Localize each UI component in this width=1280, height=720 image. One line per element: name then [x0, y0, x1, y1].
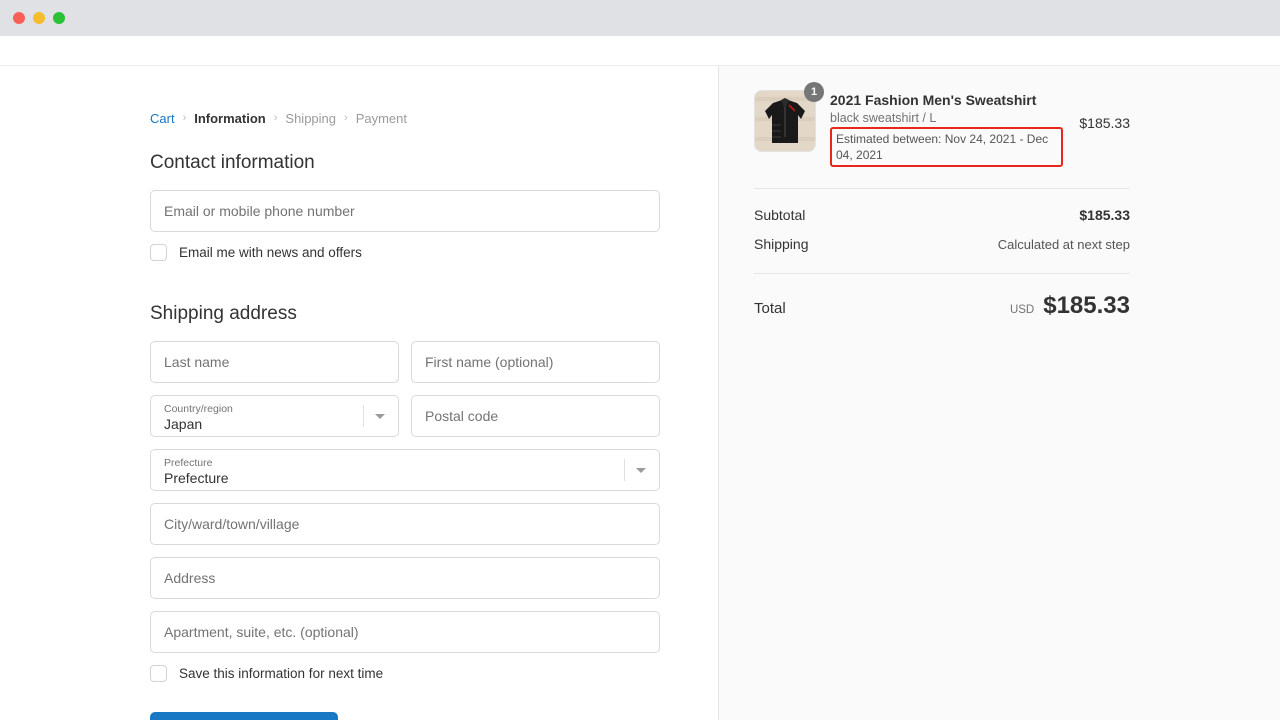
city-field[interactable]: City/ward/town/village [150, 503, 660, 545]
breadcrumb-item-information[interactable]: Information [194, 111, 266, 126]
country-region-select[interactable]: Country/region Japan [150, 395, 399, 437]
sweatshirt-image [755, 91, 815, 151]
breadcrumb-separator-icon: › [183, 113, 187, 124]
save-information-label: Save this information for next time [179, 666, 383, 681]
country-postal-row: Country/region Japan Postal code [150, 395, 660, 449]
summary-divider [754, 188, 1130, 189]
select-divider [624, 459, 625, 481]
chevron-down-icon[interactable] [375, 414, 385, 419]
last-name-field[interactable]: Last name [150, 341, 399, 383]
continue-to-shipping-button[interactable]: Continue to shipping [150, 712, 338, 720]
product-price: $185.33 [1079, 90, 1130, 131]
zoom-window-button[interactable] [53, 12, 65, 24]
newsletter-checkbox[interactable] [150, 244, 167, 261]
order-line-item: 1 2021 Fashion Men's Sweatshirt black sw… [754, 90, 1130, 167]
subtotal-value: $185.33 [1079, 207, 1130, 223]
order-summary-panel: 1 2021 Fashion Men's Sweatshirt black sw… [719, 66, 1280, 720]
newsletter-checkbox-label: Email me with news and offers [179, 245, 362, 260]
estimated-delivery-highlight: Estimated between: Nov 24, 2021 - Dec 04… [830, 127, 1063, 167]
breadcrumb-item-cart[interactable]: Cart [150, 111, 175, 126]
subtotal-row: Subtotal $185.33 [754, 207, 1130, 223]
shipping-value: Calculated at next step [998, 237, 1130, 252]
save-information-checkbox-row[interactable]: Save this information for next time [150, 665, 660, 682]
quantity-badge: 1 [804, 82, 824, 102]
minimize-window-button[interactable] [33, 12, 45, 24]
total-row: Total USD $185.33 [754, 292, 1130, 320]
close-window-button[interactable] [13, 12, 25, 24]
checkout-form-column: Cart › Information › Shipping › Payment … [0, 66, 719, 720]
breadcrumb-item-shipping: Shipping [285, 111, 336, 126]
total-divider [754, 273, 1130, 274]
name-fields-row: Last name First name (optional) [150, 341, 660, 395]
subtotal-label: Subtotal [754, 207, 805, 223]
apartment-field[interactable]: Apartment, suite, etc. (optional) [150, 611, 660, 653]
email-field[interactable]: Email or mobile phone number [150, 190, 660, 232]
total-label: Total [754, 300, 786, 317]
checkout-page: Cart › Information › Shipping › Payment … [0, 66, 1280, 720]
product-info: 2021 Fashion Men's Sweatshirt black swea… [830, 90, 1065, 167]
postal-code-field[interactable]: Postal code [411, 395, 660, 437]
save-information-checkbox[interactable] [150, 665, 167, 682]
apartment-placeholder: Apartment, suite, etc. (optional) [164, 624, 359, 640]
postal-code-placeholder: Postal code [425, 408, 498, 424]
breadcrumb-separator-icon: › [274, 113, 278, 124]
form-actions: Continue to shipping Return to cart [150, 712, 660, 720]
total-value: $185.33 [1043, 292, 1130, 320]
total-currency: USD [1010, 304, 1034, 316]
product-title: 2021 Fashion Men's Sweatshirt [830, 92, 1065, 108]
total-amount-group: USD $185.33 [1010, 292, 1130, 320]
select-divider [363, 405, 364, 427]
prefecture-select[interactable]: Prefecture Prefecture [150, 449, 660, 491]
shipping-row: Shipping Calculated at next step [754, 236, 1130, 252]
address-placeholder: Address [164, 570, 215, 586]
contact-information-heading: Contact information [150, 152, 660, 174]
shipping-label: Shipping [754, 236, 809, 252]
email-field-placeholder: Email or mobile phone number [164, 203, 355, 219]
breadcrumb: Cart › Information › Shipping › Payment [150, 111, 660, 126]
prefecture-label: Prefecture [164, 457, 212, 470]
shipping-address-heading: Shipping address [150, 303, 660, 325]
newsletter-checkbox-row[interactable]: Email me with news and offers [150, 244, 660, 261]
country-region-value: Japan [164, 415, 202, 433]
product-thumbnail-wrap: 1 [754, 90, 816, 152]
breadcrumb-item-payment: Payment [356, 111, 407, 126]
first-name-placeholder: First name (optional) [425, 354, 553, 370]
first-name-field[interactable]: First name (optional) [411, 341, 660, 383]
prefecture-value: Prefecture [164, 469, 229, 487]
chevron-down-icon[interactable] [636, 468, 646, 473]
address-field[interactable]: Address [150, 557, 660, 599]
breadcrumb-separator-icon: › [344, 113, 348, 124]
product-variant: black sweatshirt / L [830, 111, 1065, 125]
country-region-label: Country/region [164, 403, 233, 416]
last-name-placeholder: Last name [164, 354, 229, 370]
city-placeholder: City/ward/town/village [164, 516, 299, 532]
browser-titlebar [0, 0, 1280, 36]
site-header [0, 36, 1280, 66]
